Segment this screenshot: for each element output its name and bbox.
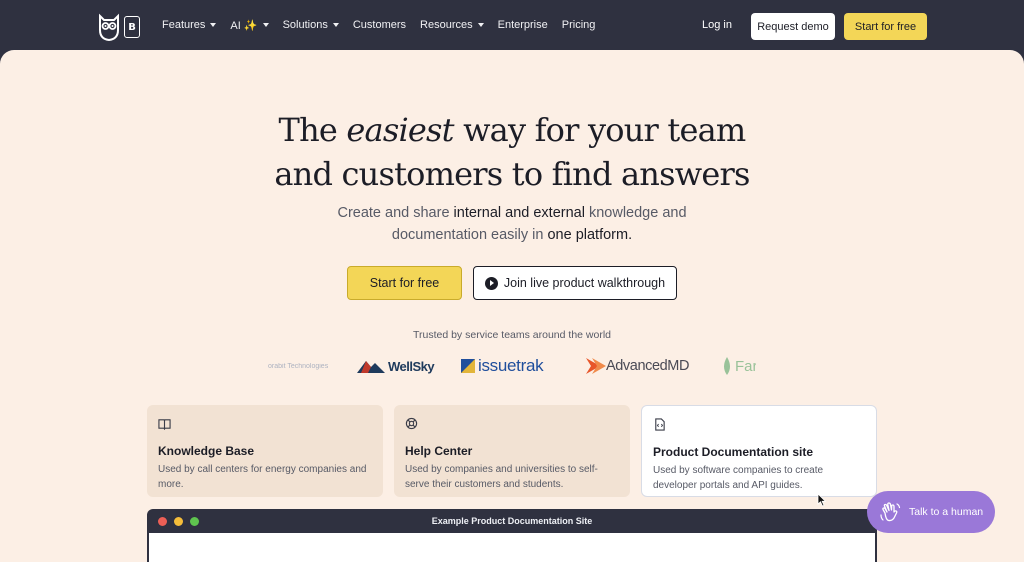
logo-advancedmd: AdvancedMD bbox=[586, 352, 689, 380]
talk-to-human-label: Talk to a human bbox=[909, 506, 984, 518]
nav-enterprise-label: Enterprise bbox=[497, 19, 548, 31]
chevron-down-icon bbox=[210, 23, 217, 27]
sub-part-1: Create and share bbox=[337, 205, 454, 221]
leaf-icon bbox=[724, 357, 730, 375]
logo-orabit: orabit Technologies bbox=[268, 352, 328, 380]
card-help-center[interactable]: Help Center Used by companies and univer… bbox=[394, 405, 630, 497]
advancedmd-chevron-icon bbox=[586, 358, 606, 374]
hero-title-post: way for your team bbox=[453, 111, 746, 149]
nav-enterprise[interactable]: Enterprise bbox=[498, 19, 548, 31]
nav-start-free-button[interactable]: Start for free bbox=[844, 13, 927, 40]
join-walkthrough-label: Join live product walkthrough bbox=[503, 276, 666, 290]
hero-title-line2: and customers to find answers bbox=[274, 155, 750, 193]
nav-customers[interactable]: Customers bbox=[353, 19, 406, 31]
lifebuoy-icon bbox=[405, 417, 418, 430]
logo-orabit-text: orabit Technologies bbox=[268, 362, 329, 370]
nav-links: Features AI ✨ Solutions Customers Resour… bbox=[162, 0, 595, 50]
sub-part-6: one platform. bbox=[547, 227, 633, 243]
join-walkthrough-button[interactable]: Join live product walkthrough bbox=[473, 266, 677, 300]
logo-far: Far bbox=[721, 352, 756, 380]
hero-subtitle: Create and share internal and external k… bbox=[300, 202, 724, 246]
mouse-cursor-icon bbox=[817, 493, 827, 507]
window-title: Example Product Documentation Site bbox=[431, 516, 593, 526]
top-nav: B Features AI ✨ Solutions Customers Reso… bbox=[0, 0, 1024, 50]
hero-title-pre: The bbox=[278, 111, 347, 149]
logo-far-text: Far bbox=[735, 357, 756, 375]
book-icon bbox=[158, 419, 171, 431]
sub-part-4: documentation easily bbox=[391, 227, 529, 243]
card-desc: Used by call centers for energy companie… bbox=[158, 464, 367, 490]
hero-title-em: easiest bbox=[346, 111, 454, 149]
card-product-docs[interactable]: Product Documentation site Used by softw… bbox=[641, 405, 877, 497]
nav-features-label: Features bbox=[162, 19, 206, 31]
logo-wellsky: WellSky bbox=[357, 352, 435, 380]
nav-pricing-label: Pricing bbox=[561, 19, 596, 31]
example-window: Example Product Documentation Site bbox=[147, 509, 877, 562]
nav-pricing[interactable]: Pricing bbox=[562, 19, 596, 31]
nav-features[interactable]: Features bbox=[162, 19, 217, 31]
nav-solutions[interactable]: Solutions bbox=[283, 19, 339, 31]
window-body bbox=[149, 533, 875, 562]
chevron-down-icon bbox=[332, 23, 339, 27]
sub-part-3: knowledge and bbox=[584, 205, 687, 221]
b-corp-badge: B bbox=[124, 16, 140, 38]
wellsky-mountain-icon bbox=[357, 361, 385, 373]
card-title: Knowledge Base bbox=[158, 444, 255, 458]
hero-title: The easiest way for your team and custom… bbox=[0, 108, 1024, 196]
logo[interactable]: B bbox=[96, 12, 142, 42]
card-title: Help Center bbox=[405, 444, 473, 458]
talk-to-human-button[interactable]: Talk to a human bbox=[867, 491, 995, 533]
sub-part-2: internal and external bbox=[453, 205, 585, 221]
logo-issuetrak-text: issuetrak bbox=[478, 356, 544, 375]
play-icon bbox=[484, 276, 498, 290]
owl-logo-icon bbox=[99, 13, 119, 42]
nav-resources[interactable]: Resources bbox=[420, 19, 484, 31]
customer-logos: orabit Technologies WellSky issuetrak Ad… bbox=[268, 352, 756, 380]
logo-issuetrak: issuetrak bbox=[461, 352, 544, 380]
b-corp-letter: B bbox=[128, 21, 136, 33]
nav-resources-label: Resources bbox=[420, 19, 473, 31]
waving-hand-icon bbox=[880, 502, 901, 522]
nav-solutions-label: Solutions bbox=[282, 19, 328, 31]
nav-ai-label: AI ✨ bbox=[230, 19, 258, 32]
logo-wellsky-text: WellSky bbox=[388, 358, 435, 374]
request-demo-button[interactable]: Request demo bbox=[751, 13, 835, 40]
card-title: Product Documentation site bbox=[653, 445, 814, 459]
nav-ai[interactable]: AI ✨ bbox=[230, 19, 269, 32]
chevron-down-icon bbox=[477, 23, 484, 27]
sub-part-5: in bbox=[528, 227, 548, 243]
start-free-button[interactable]: Start for free bbox=[347, 266, 462, 300]
issuetrak-square-icon bbox=[461, 359, 475, 373]
card-desc: Used by software companies to create dev… bbox=[653, 465, 824, 491]
card-desc: Used by companies and universities to se… bbox=[405, 464, 598, 490]
chevron-down-icon bbox=[262, 23, 269, 27]
login-link[interactable]: Log in bbox=[702, 19, 732, 31]
logo-advancedmd-text: AdvancedMD bbox=[606, 358, 690, 374]
trusted-by-label: Trusted by service teams around the worl… bbox=[412, 329, 612, 341]
nav-customers-label: Customers bbox=[352, 19, 407, 31]
code-file-icon bbox=[655, 418, 665, 431]
card-knowledge-base[interactable]: Knowledge Base Used by call centers for … bbox=[147, 405, 383, 497]
